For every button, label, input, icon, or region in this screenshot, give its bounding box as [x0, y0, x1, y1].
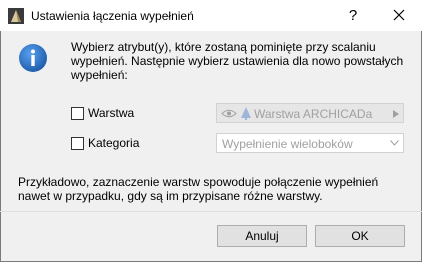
- cancel-button[interactable]: Anuluj: [217, 225, 307, 247]
- help-button[interactable]: ?: [336, 0, 370, 31]
- close-icon: [393, 9, 405, 21]
- window-title: Ustawienia łączenia wypełnień: [31, 9, 194, 23]
- button-separator: [0, 211, 422, 212]
- row-kategoria: Kategoria: [71, 134, 211, 154]
- intro-text: Wybierz atrybut(y), które zostaną pomini…: [71, 40, 404, 82]
- ok-button[interactable]: OK: [315, 225, 405, 247]
- eye-icon: [221, 109, 237, 118]
- chevron-down-icon: [390, 140, 399, 146]
- window-border-left: [0, 31, 1, 262]
- kategoria-dropdown[interactable]: Wypełnienie wieloboków: [216, 133, 404, 153]
- warstwa-checkbox[interactable]: [71, 107, 84, 120]
- close-button[interactable]: [376, 0, 422, 31]
- layer-icon: [241, 107, 251, 120]
- row-warstwa: Warstwa: [71, 104, 211, 124]
- kategoria-label: Kategoria: [88, 136, 140, 150]
- title-bar: Ustawienia łączenia wypełnień ?: [0, 0, 422, 31]
- kategoria-dropdown-value: Wypełnienie wieloboków: [222, 137, 353, 151]
- info-icon: [19, 44, 47, 72]
- warstwa-dropdown[interactable]: Warstwa ARCHICADa: [216, 103, 404, 123]
- example-text: Przykładowo, zaznaczenie warstw spowoduj…: [18, 175, 379, 203]
- archicad-app-icon: [8, 8, 24, 24]
- warstwa-label: Warstwa: [88, 106, 135, 120]
- warstwa-dropdown-value: Warstwa ARCHICADa: [254, 107, 373, 121]
- chevron-right-icon: [393, 110, 399, 118]
- kategoria-checkbox[interactable]: [71, 137, 84, 150]
